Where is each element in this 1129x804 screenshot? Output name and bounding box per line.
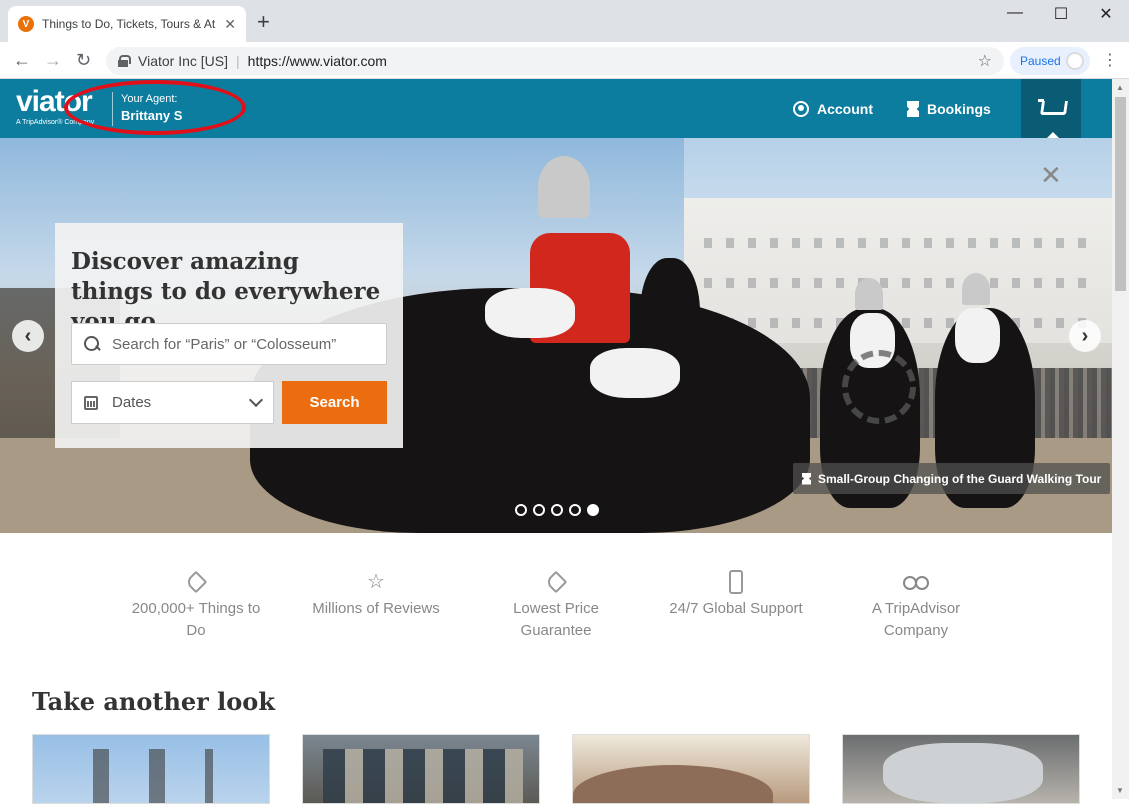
bookings-link[interactable]: Bookings — [907, 101, 991, 117]
carousel-dot[interactable] — [569, 504, 581, 516]
viator-favicon-icon: V — [18, 16, 34, 32]
browser-menu-icon[interactable]: ⋮ — [1102, 50, 1118, 70]
recent-card[interactable] — [32, 734, 270, 804]
dates-label: Dates — [112, 394, 152, 411]
star-icon: ☆ — [367, 571, 385, 593]
carousel-dots — [515, 504, 599, 516]
tour-caption-link[interactable]: Small-Group Changing of the Guard Walkin… — [793, 463, 1111, 494]
tab-title: Things to Do, Tickets, Tours & At — [42, 17, 216, 31]
dates-dropdown[interactable]: Dates — [71, 381, 274, 424]
feature-label: A TripAdvisor Company — [871, 600, 961, 639]
reload-icon[interactable]: ↻ — [76, 50, 91, 70]
address-separator: | — [236, 53, 240, 69]
bookings-label: Bookings — [927, 101, 991, 117]
address-bar[interactable]: Viator Inc [US] | https://www.viator.com… — [106, 47, 1004, 75]
browser-tab-bar: V Things to Do, Tickets, Tours & At ✕ + … — [0, 0, 1129, 42]
avatar — [1066, 52, 1084, 70]
ticket-icon — [907, 101, 919, 117]
carousel-dot[interactable] — [533, 504, 545, 516]
site-identity: Viator Inc [US] — [138, 53, 229, 69]
recent-card[interactable] — [842, 734, 1080, 804]
window-close-button[interactable]: ✕ — [1086, 4, 1126, 24]
search-button[interactable]: Search — [282, 381, 387, 424]
recent-card[interactable] — [572, 734, 810, 804]
feature-tripadvisor: A TripAdvisor Company — [826, 568, 1006, 642]
section-title: Take another look — [32, 687, 275, 716]
feature-label: 24/7 Global Support — [669, 600, 803, 617]
search-icon — [84, 336, 100, 352]
owl-icon — [902, 568, 930, 596]
scroll-thumb[interactable] — [1115, 97, 1126, 291]
carousel-dot[interactable] — [515, 504, 527, 516]
feature-price: Lowest Price Guarantee — [466, 568, 646, 642]
search-input[interactable] — [112, 335, 372, 353]
tab-close-icon[interactable]: ✕ — [224, 16, 236, 33]
page-scrollbar[interactable]: ▲ ▼ — [1112, 79, 1129, 799]
ticket-icon — [802, 472, 811, 485]
forward-arrow-icon[interactable]: → — [44, 50, 62, 70]
carousel-prev-button[interactable]: ‹ — [12, 320, 44, 352]
recent-card[interactable] — [302, 734, 540, 804]
address-bar-row: ← → ↻ Viator Inc [US] | https://www.viat… — [0, 42, 1129, 79]
price-tag-icon — [544, 568, 568, 596]
hero-carousel: ✕ Discover amazing things to do everywhe… — [0, 138, 1112, 533]
recent-cards — [32, 734, 1080, 804]
minimize-button[interactable]: — — [995, 4, 1035, 22]
search-panel: Discover amazing things to do everywhere… — [55, 223, 403, 448]
carousel-next-button[interactable]: › — [1069, 320, 1101, 352]
back-arrow-icon[interactable]: ← — [13, 50, 31, 70]
feature-support: 24/7 Global Support — [646, 568, 826, 642]
feature-label: Millions of Reviews — [312, 600, 440, 617]
url-text[interactable]: https://www.viator.com — [248, 53, 387, 69]
scroll-down-icon[interactable]: ▼ — [1116, 786, 1124, 795]
tour-caption: Small-Group Changing of the Guard Walkin… — [818, 471, 1102, 486]
feature-label: 200,000+ Things to Do — [131, 600, 261, 639]
carousel-dot-active[interactable] — [587, 504, 599, 516]
cart-icon — [1038, 98, 1064, 119]
lock-icon[interactable] — [118, 55, 131, 67]
bookmark-star-icon[interactable]: ☆ — [978, 51, 992, 71]
feature-label: Lowest Price Guarantee — [513, 600, 599, 639]
phone-icon — [729, 568, 743, 596]
carousel-dot[interactable] — [551, 504, 563, 516]
profile-status: Paused — [1020, 54, 1061, 68]
profile-button[interactable]: Paused — [1010, 47, 1090, 75]
new-tab-button[interactable]: + — [257, 11, 270, 33]
browser-tab[interactable]: V Things to Do, Tickets, Tours & At ✕ — [8, 6, 246, 42]
user-icon — [793, 101, 809, 117]
loading-spinner-icon — [842, 350, 916, 424]
annotation-ellipse — [64, 80, 246, 135]
calendar-icon — [84, 395, 98, 410]
cart-button[interactable] — [1021, 79, 1081, 138]
account-link[interactable]: Account — [793, 101, 873, 117]
guard-helmet — [538, 156, 590, 218]
account-label: Account — [817, 101, 873, 117]
maximize-button[interactable]: ☐ — [1041, 4, 1081, 24]
tag-icon — [184, 568, 208, 596]
feature-reviews: ☆ Millions of Reviews — [286, 568, 466, 642]
search-field[interactable] — [71, 323, 387, 365]
feature-things-to-do: 200,000+ Things to Do — [106, 568, 286, 642]
scroll-up-icon[interactable]: ▲ — [1116, 83, 1124, 92]
close-icon[interactable]: ✕ — [1040, 162, 1062, 188]
features-strip: 200,000+ Things to Do ☆ Millions of Revi… — [106, 568, 1006, 642]
chevron-down-icon — [248, 392, 264, 408]
